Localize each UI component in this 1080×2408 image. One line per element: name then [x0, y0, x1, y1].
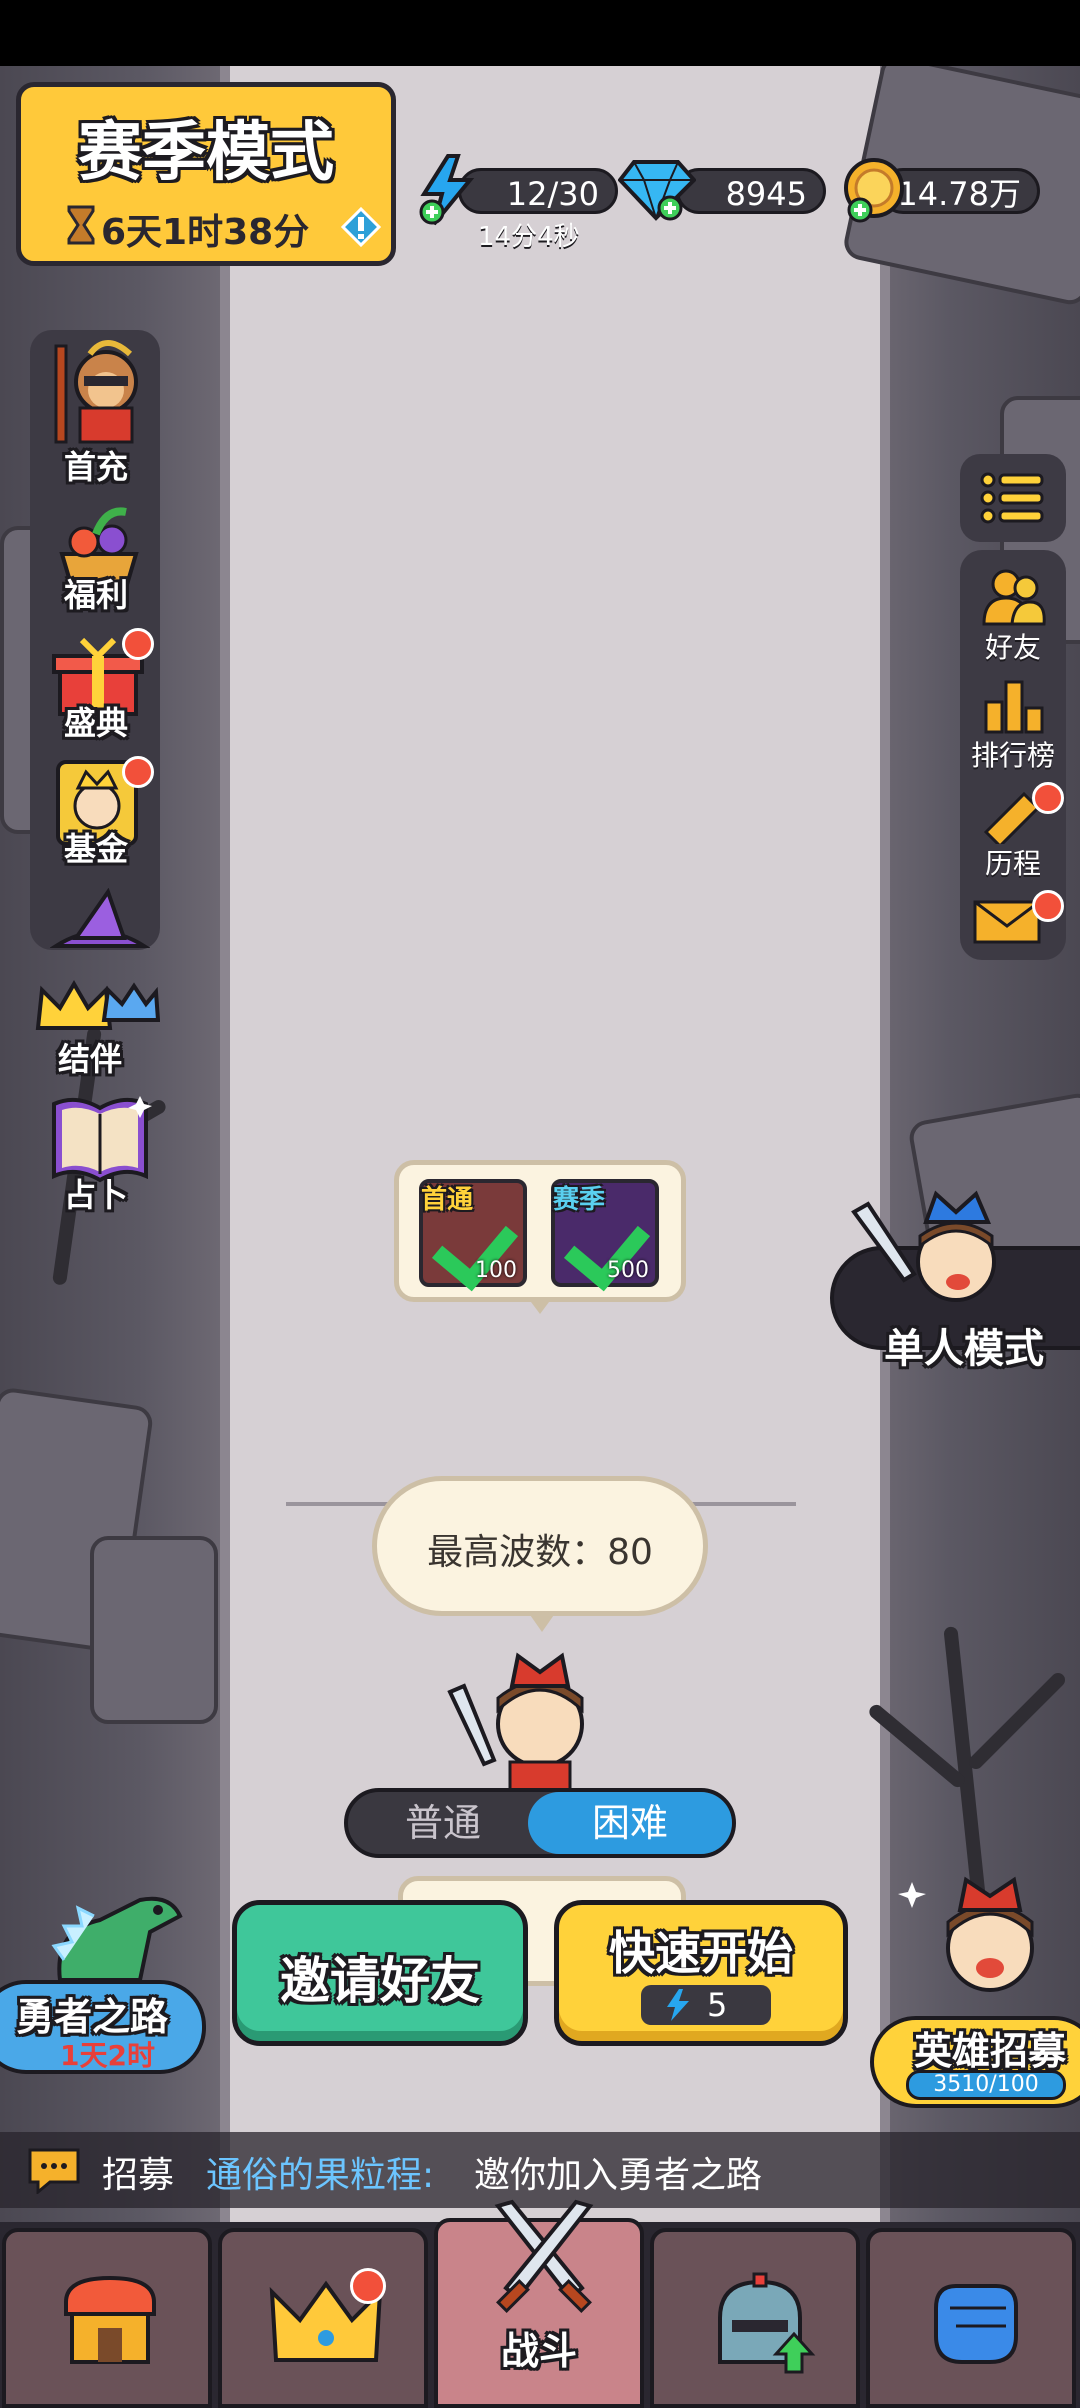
friends-button[interactable]: 好友: [960, 566, 1066, 670]
festival-button[interactable]: 盛典: [36, 628, 156, 748]
quick-start-button[interactable]: 快速开始 5: [554, 1900, 848, 2046]
fund-badge: [122, 756, 154, 788]
energy-icon[interactable]: [418, 154, 476, 226]
ranking-button[interactable]: 排行榜: [960, 674, 1066, 778]
hero-road-timer: 1天2时: [60, 2039, 155, 2072]
partner-button[interactable]: 结伴: [30, 970, 160, 1080]
season-timer: 6天1时38分: [101, 212, 310, 253]
first-recharge-button[interactable]: 首充: [36, 330, 156, 486]
festival-label: 盛典: [63, 704, 128, 742]
crown-badge: [350, 2268, 386, 2304]
fund-label: 基金: [63, 830, 128, 868]
bubble-pointer: [528, 1612, 556, 1632]
diamond-pill[interactable]: 8945: [676, 168, 826, 214]
shop-icon: [64, 2275, 156, 2364]
difficulty-toggle: 普通 困难: [344, 1788, 736, 1858]
info-icon[interactable]: [341, 207, 381, 247]
season-mode-panel[interactable]: 赛季模式 6天1时38分: [16, 82, 396, 266]
energy-icon: [667, 1989, 689, 2021]
crossed-swords-icon: [494, 2199, 594, 2313]
first-recharge-label: 首充: [63, 448, 128, 486]
history-badge: [1032, 782, 1064, 814]
fund-button[interactable]: 基金: [36, 756, 156, 876]
tab-shop[interactable]: [2, 2228, 212, 2408]
tab-guild[interactable]: [866, 2228, 1076, 2408]
chat-icon: [28, 2148, 80, 2194]
recruit-progress-bar: 3510/100: [906, 2070, 1066, 2100]
invite-friends-button[interactable]: 邀请好友: [232, 1900, 528, 2046]
list-icon: [980, 472, 1044, 524]
energy-pill[interactable]: 12/30: [458, 168, 618, 214]
first-clear-amount: 100: [475, 1258, 517, 1283]
tab-hero[interactable]: [650, 2228, 860, 2408]
recruit-progress-text: 3510/100: [933, 2072, 1039, 2097]
tab-battle-label: 战斗: [500, 2329, 577, 2373]
diamond-icon[interactable]: [618, 156, 696, 222]
fist-icon: [934, 2284, 1018, 2364]
recruit-hero-icon: [898, 1876, 1034, 1992]
helmet-upgrade-icon: [718, 2272, 816, 2374]
max-wave-bubble: 最高波数：80: [372, 1476, 708, 1616]
mail-button[interactable]: [960, 890, 1066, 954]
ranking-icon: [984, 680, 1044, 734]
difficulty-hard[interactable]: 困难: [528, 1792, 732, 1854]
history-label: 历程: [984, 847, 1041, 880]
season-title: 赛季模式: [78, 116, 334, 190]
season-reward[interactable]: 赛季 500: [551, 1179, 659, 1292]
first-clear-tag: 首通: [421, 1185, 474, 1215]
hero-road-title: 勇者之路: [16, 1995, 169, 2039]
chat-channel: 招募: [102, 2155, 175, 2196]
dinosaur-icon: [51, 1896, 183, 1982]
energy-value: 12/30: [506, 175, 599, 213]
king-hero-icon: [851, 1190, 996, 1302]
hero-character: [447, 1652, 584, 1790]
friends-label: 好友: [984, 631, 1041, 664]
friends-icon: [982, 569, 1046, 626]
chat-bar[interactable]: 招募 通俗的果粒程: 邀你加入勇者之路: [0, 2132, 1080, 2208]
bubble-pointer: [528, 1298, 552, 1314]
festival-badge: [122, 628, 154, 660]
rewards-bubble: 首通 100 赛季 500: [394, 1160, 686, 1302]
quick-start-label: 快速开始: [609, 1926, 793, 1980]
quick-start-cost: 5: [641, 1985, 771, 2025]
chat-sender: 通俗的果粒程:: [206, 2155, 435, 2196]
tab-crown[interactable]: [218, 2228, 428, 2408]
difficulty-normal[interactable]: 普通: [348, 1792, 538, 1854]
divination-button[interactable]: 占卜: [36, 1090, 156, 1220]
quick-start-cost-value: 5: [707, 1986, 728, 2024]
hero-recruit-title: 英雄招募: [914, 2029, 1067, 2073]
coin-icon[interactable]: [840, 156, 912, 228]
wizard-hat-icon[interactable]: [50, 888, 150, 950]
season-tag: 赛季: [553, 1185, 606, 1215]
coin-value: 14.78万: [897, 175, 1021, 213]
mail-badge: [1032, 890, 1064, 922]
hourglass-icon: [67, 205, 95, 245]
season-amount: 500: [607, 1258, 649, 1283]
monkey-king-icon: [54, 340, 138, 444]
chat-text: 邀你加入勇者之路: [474, 2155, 763, 2196]
single-mode-label: 单人模式: [884, 1326, 1044, 1372]
welfare-label: 福利: [63, 576, 128, 614]
divination-label: 占卜: [63, 1176, 128, 1214]
energy-timer: 14分4秒: [478, 222, 580, 252]
status-bar: [0, 0, 1080, 66]
menu-list-button[interactable]: [960, 454, 1066, 542]
crowns-icon: [35, 980, 160, 1030]
history-button[interactable]: 历程: [960, 782, 1066, 886]
bottom-tab-bar: 战斗: [0, 2199, 1080, 2408]
max-wave-text: 最高波数：80: [427, 1532, 653, 1573]
invite-label: 邀请好友: [280, 1952, 480, 2010]
diamond-value: 8945: [725, 175, 807, 213]
ranking-label: 排行榜: [970, 739, 1055, 772]
welfare-button[interactable]: 福利: [36, 500, 156, 620]
partner-label: 结伴: [57, 1040, 122, 1078]
tab-battle[interactable]: 战斗: [434, 2199, 644, 2408]
first-clear-reward[interactable]: 首通 100: [419, 1179, 527, 1292]
